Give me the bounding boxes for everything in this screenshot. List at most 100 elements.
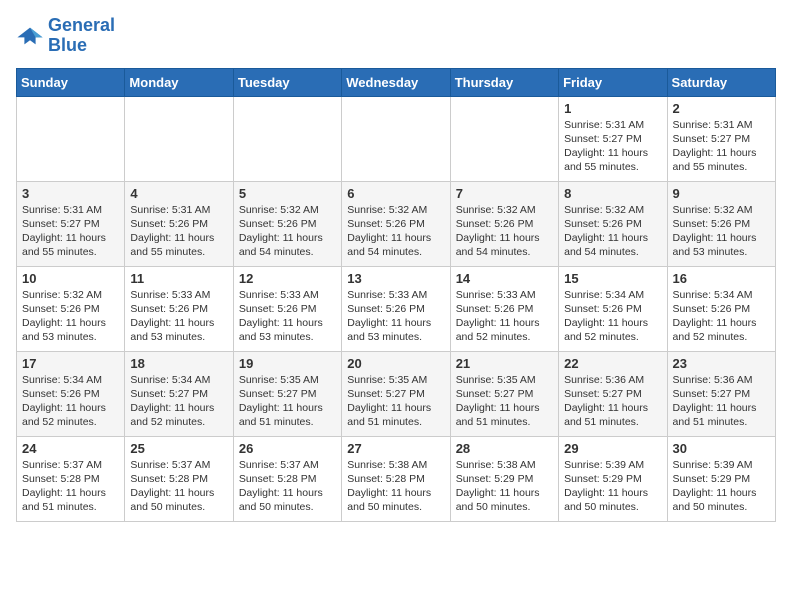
day-number: 17 (22, 356, 119, 371)
day-info: Sunrise: 5:32 AMSunset: 5:26 PMDaylight:… (347, 203, 444, 260)
day-number: 13 (347, 271, 444, 286)
calendar-cell: 18 Sunrise: 5:34 AMSunset: 5:27 PMDayligh… (125, 351, 233, 436)
page-header: General Blue (16, 16, 776, 56)
day-number: 27 (347, 441, 444, 456)
day-number: 19 (239, 356, 336, 371)
day-number: 25 (130, 441, 227, 456)
calendar-cell: 28 Sunrise: 5:38 AMSunset: 5:29 PMDayligh… (450, 436, 558, 521)
logo-text: General Blue (48, 16, 115, 56)
calendar-cell: 4Sunrise: 5:31 AMSunset: 5:26 PMDaylight… (125, 181, 233, 266)
day-info: Sunrise: 5:31 AMSunset: 5:27 PMDaylight:… (673, 118, 770, 175)
calendar-cell: 10 Sunrise: 5:32 AMSunset: 5:26 PMDayligh… (17, 266, 125, 351)
calendar-cell: 8 Sunrise: 5:32 AMSunset: 5:26 PMDaylight… (559, 181, 667, 266)
calendar-cell (233, 96, 341, 181)
calendar-cell: 16 Sunrise: 5:34 AMSunset: 5:26 PMDayligh… (667, 266, 775, 351)
calendar-cell (125, 96, 233, 181)
day-info: Sunrise: 5:35 AMSunset: 5:27 PMDaylight:… (347, 373, 444, 430)
day-number: 18 (130, 356, 227, 371)
calendar-week-row: 24Sunrise: 5:37 AMSunset: 5:28 PMDayligh… (17, 436, 776, 521)
calendar-cell: 6 Sunrise: 5:32 AMSunset: 5:26 PMDaylight… (342, 181, 450, 266)
day-number: 23 (673, 356, 770, 371)
calendar-cell: 9 Sunrise: 5:32 AMSunset: 5:26 PMDaylight… (667, 181, 775, 266)
day-number: 7 (456, 186, 553, 201)
day-number: 12 (239, 271, 336, 286)
calendar-week-row: 10 Sunrise: 5:32 AMSunset: 5:26 PMDayligh… (17, 266, 776, 351)
calendar-cell: 12 Sunrise: 5:33 AMSunset: 5:26 PMDayligh… (233, 266, 341, 351)
day-info: Sunrise: 5:34 AMSunset: 5:26 PMDaylight:… (673, 288, 770, 345)
day-number: 1 (564, 101, 661, 116)
day-number: 21 (456, 356, 553, 371)
calendar-week-row: 3 Sunrise: 5:31 AMSunset: 5:27 PMDaylight… (17, 181, 776, 266)
logo: General Blue (16, 16, 115, 56)
calendar-cell: 20 Sunrise: 5:35 AMSunset: 5:27 PMDayligh… (342, 351, 450, 436)
day-info: Sunrise: 5:34 AMSunset: 5:27 PMDaylight:… (130, 373, 227, 430)
calendar-cell: 11 Sunrise: 5:33 AMSunset: 5:26 PMDayligh… (125, 266, 233, 351)
calendar-cell: 13 Sunrise: 5:33 AMSunset: 5:26 PMDayligh… (342, 266, 450, 351)
day-info: Sunrise: 5:32 AMSunset: 5:26 PMDaylight:… (673, 203, 770, 260)
calendar-cell: 14Sunrise: 5:33 AMSunset: 5:26 PMDayligh… (450, 266, 558, 351)
day-number: 20 (347, 356, 444, 371)
calendar-cell: 17Sunrise: 5:34 AMSunset: 5:26 PMDayligh… (17, 351, 125, 436)
calendar-cell: 19 Sunrise: 5:35 AMSunset: 5:27 PMDayligh… (233, 351, 341, 436)
day-number: 3 (22, 186, 119, 201)
calendar-cell: 26 Sunrise: 5:37 AMSunset: 5:28 PMDayligh… (233, 436, 341, 521)
calendar-cell: 23 Sunrise: 5:36 AMSunset: 5:27 PMDayligh… (667, 351, 775, 436)
calendar-cell (342, 96, 450, 181)
weekday-header: Saturday (667, 68, 775, 96)
day-info: Sunrise: 5:39 AMSunset: 5:29 PMDaylight:… (673, 458, 770, 515)
calendar-week-row: 1 Sunrise: 5:31 AMSunset: 5:27 PMDaylight… (17, 96, 776, 181)
calendar-cell: 25 Sunrise: 5:37 AMSunset: 5:28 PMDayligh… (125, 436, 233, 521)
calendar-header-row: SundayMondayTuesdayWednesdayThursdayFrid… (17, 68, 776, 96)
day-info: Sunrise: 5:37 AMSunset: 5:28 PMDaylight:… (130, 458, 227, 515)
day-info: Sunrise: 5:35 AMSunset: 5:27 PMDaylight:… (239, 373, 336, 430)
day-info: Sunrise: 5:32 AMSunset: 5:26 PMDaylight:… (456, 203, 553, 260)
day-info: Sunrise: 5:34 AMSunset: 5:26 PMDaylight:… (564, 288, 661, 345)
day-number: 10 (22, 271, 119, 286)
day-info: Sunrise: 5:31 AMSunset: 5:27 PMDaylight:… (22, 203, 119, 260)
logo-icon (16, 22, 44, 50)
day-number: 16 (673, 271, 770, 286)
day-number: 14 (456, 271, 553, 286)
calendar-table: SundayMondayTuesdayWednesdayThursdayFrid… (16, 68, 776, 522)
calendar-cell: 21 Sunrise: 5:35 AMSunset: 5:27 PMDayligh… (450, 351, 558, 436)
day-number: 4 (130, 186, 227, 201)
day-number: 15 (564, 271, 661, 286)
day-number: 26 (239, 441, 336, 456)
day-info: Sunrise: 5:33 AMSunset: 5:26 PMDaylight:… (239, 288, 336, 345)
weekday-header: Tuesday (233, 68, 341, 96)
day-info: Sunrise: 5:36 AMSunset: 5:27 PMDaylight:… (673, 373, 770, 430)
day-number: 28 (456, 441, 553, 456)
day-info: Sunrise: 5:39 AMSunset: 5:29 PMDaylight:… (564, 458, 661, 515)
day-number: 5 (239, 186, 336, 201)
calendar-cell: 24Sunrise: 5:37 AMSunset: 5:28 PMDayligh… (17, 436, 125, 521)
day-number: 6 (347, 186, 444, 201)
calendar-cell: 3 Sunrise: 5:31 AMSunset: 5:27 PMDaylight… (17, 181, 125, 266)
calendar-cell: 1Sunrise: 5:31 AMSunset: 5:27 PMDaylight… (559, 96, 667, 181)
day-number: 11 (130, 271, 227, 286)
day-info: Sunrise: 5:36 AMSunset: 5:27 PMDaylight:… (564, 373, 661, 430)
day-info: Sunrise: 5:37 AMSunset: 5:28 PMDaylight:… (239, 458, 336, 515)
calendar-week-row: 17Sunrise: 5:34 AMSunset: 5:26 PMDayligh… (17, 351, 776, 436)
calendar-cell: 7 Sunrise: 5:32 AMSunset: 5:26 PMDaylight… (450, 181, 558, 266)
calendar-cell: 27 Sunrise: 5:38 AMSunset: 5:28 PMDayligh… (342, 436, 450, 521)
weekday-header: Thursday (450, 68, 558, 96)
day-info: Sunrise: 5:35 AMSunset: 5:27 PMDaylight:… (456, 373, 553, 430)
day-info: Sunrise: 5:38 AMSunset: 5:28 PMDaylight:… (347, 458, 444, 515)
day-info: Sunrise: 5:38 AMSunset: 5:29 PMDaylight:… (456, 458, 553, 515)
day-number: 8 (564, 186, 661, 201)
calendar-cell: 22 Sunrise: 5:36 AMSunset: 5:27 PMDayligh… (559, 351, 667, 436)
day-number: 9 (673, 186, 770, 201)
calendar-cell: 2Sunrise: 5:31 AMSunset: 5:27 PMDaylight… (667, 96, 775, 181)
weekday-header: Monday (125, 68, 233, 96)
day-info: Sunrise: 5:32 AMSunset: 5:26 PMDaylight:… (564, 203, 661, 260)
day-info: Sunrise: 5:37 AMSunset: 5:28 PMDaylight:… (22, 458, 119, 515)
calendar-cell: 15 Sunrise: 5:34 AMSunset: 5:26 PMDayligh… (559, 266, 667, 351)
calendar-cell (17, 96, 125, 181)
calendar-cell (450, 96, 558, 181)
day-number: 29 (564, 441, 661, 456)
day-info: Sunrise: 5:33 AMSunset: 5:26 PMDaylight:… (347, 288, 444, 345)
day-info: Sunrise: 5:32 AMSunset: 5:26 PMDaylight:… (239, 203, 336, 260)
day-info: Sunrise: 5:32 AMSunset: 5:26 PMDaylight:… (22, 288, 119, 345)
day-info: Sunrise: 5:33 AMSunset: 5:26 PMDaylight:… (130, 288, 227, 345)
day-number: 22 (564, 356, 661, 371)
